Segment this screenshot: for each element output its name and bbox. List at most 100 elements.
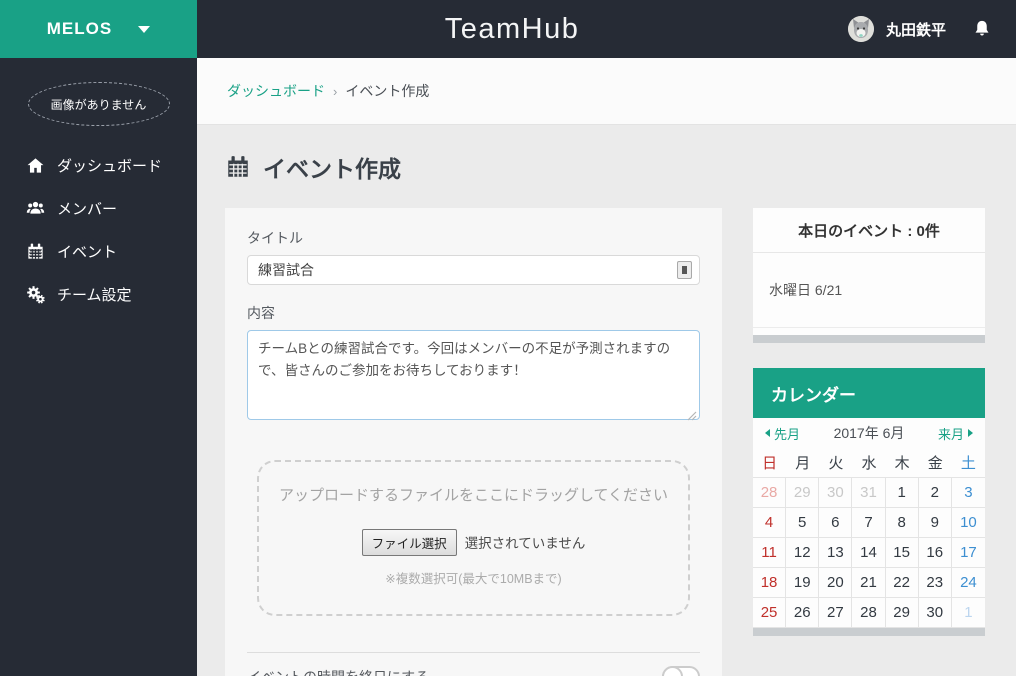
breadcrumb-current: イベント作成	[345, 83, 430, 99]
right-column: 本日のイベント : 0件 水曜日 6/21 カレンダー 先月 2017年 6月 …	[753, 208, 985, 636]
calendar-day[interactable]: 16	[918, 538, 952, 568]
calendar-day[interactable]: 26	[786, 598, 820, 628]
card-bottom-strip	[753, 335, 985, 343]
calendar-day[interactable]: 8	[885, 508, 919, 538]
calendar-day[interactable]: 17	[951, 538, 985, 568]
sidebar-item-settings[interactable]: チーム設定	[0, 273, 197, 316]
top-header: MELOS TeamHub 丸田鉄平	[0, 0, 1016, 58]
calendar-month-label: 2017年 6月	[833, 425, 905, 441]
calendar-day[interactable]: 29	[786, 478, 820, 508]
calendar-day[interactable]: 22	[885, 568, 919, 598]
avatar[interactable]	[847, 16, 874, 42]
user-name[interactable]: 丸田鉄平	[886, 19, 946, 40]
calendar-day[interactable]: 13	[819, 538, 853, 568]
breadcrumb: ダッシュボード › イベント作成	[227, 81, 429, 101]
event-form-card: タイトル 内容 チームBとの練習試合です。今回はメンバーの不足が予測されますので…	[225, 208, 722, 676]
breadcrumb-separator: ›	[333, 83, 338, 99]
allday-row: イベントの時間を終日にする	[247, 653, 700, 676]
body-label: 内容	[247, 305, 275, 321]
content: イベント作成 タイトル 内容 チームBとの練習試合です。今回はメンバーの不足が予…	[197, 125, 1016, 676]
prev-month-button[interactable]: 先月	[765, 424, 800, 443]
users-icon	[26, 199, 45, 218]
sidebar-item-label: メンバー	[57, 201, 118, 218]
file-drop-zone[interactable]: アップロードするファイルをここにドラッグしてください ファイル選択 選択されてい…	[257, 460, 690, 616]
calendar-day[interactable]: 21	[852, 568, 886, 598]
allday-toggle[interactable]	[662, 666, 700, 676]
page-title: イベント作成	[225, 150, 401, 184]
calendar-day[interactable]: 7	[852, 508, 886, 538]
today-events-header: 本日のイベント : 0件	[753, 208, 985, 253]
app-logo: TeamHub	[444, 12, 580, 45]
team-selector[interactable]: MELOS	[0, 0, 197, 58]
calendar-card: カレンダー 先月 2017年 6月 来月 日月火水木金土 28 29 30 31 1 2 3…	[753, 368, 985, 636]
card-bottom-strip	[753, 628, 985, 636]
calendar-title: カレンダー	[753, 368, 985, 418]
sidebar-item-label: チーム設定	[57, 287, 132, 304]
sidebar-item-label: イベント	[57, 244, 118, 261]
weekday-label: 土	[951, 448, 985, 478]
weekday-label: 木	[885, 448, 919, 478]
calendar-icon	[26, 242, 45, 261]
title-label: タイトル	[247, 230, 303, 246]
calendar-day[interactable]: 23	[918, 568, 952, 598]
weekday-label: 月	[786, 448, 820, 478]
calendar-day[interactable]: 9	[918, 508, 952, 538]
title-input[interactable]	[247, 255, 700, 285]
calendar-day[interactable]: 3	[951, 478, 985, 508]
breadcrumb-bar: ダッシュボード › イベント作成	[197, 58, 1016, 125]
sidebar-item-events[interactable]: イベント	[0, 230, 197, 273]
weekday-label: 火	[819, 448, 853, 478]
calendar-day[interactable]: 10	[951, 508, 985, 538]
calendar-day[interactable]: 5	[786, 508, 820, 538]
calendar-day[interactable]: 1	[951, 598, 985, 628]
calendar-day[interactable]: 4	[753, 508, 787, 538]
today-events-date: 水曜日 6/21	[753, 253, 985, 328]
breadcrumb-dashboard-link[interactable]: ダッシュボード	[227, 81, 325, 101]
weekday-label: 金	[918, 448, 952, 478]
calendar-day[interactable]: 18	[753, 568, 787, 598]
team-image-placeholder: 画像がありません	[27, 82, 170, 126]
calendar-day[interactable]: 2	[918, 478, 952, 508]
weekday-label: 水	[852, 448, 886, 478]
today-events-card: 本日のイベント : 0件 水曜日 6/21	[753, 208, 985, 343]
calendar-icon	[228, 156, 248, 177]
calendar-day[interactable]: 14	[852, 538, 886, 568]
next-month-button[interactable]: 来月	[938, 424, 973, 443]
calendar-day[interactable]: 30	[918, 598, 952, 628]
calendar-day[interactable]: 15	[885, 538, 919, 568]
sidebar-nav: ダッシュボード メンバー イベント チーム設定	[0, 144, 197, 316]
sidebar: 画像がありません ダッシュボード メンバー イベント チーム設定	[0, 58, 197, 676]
calendar-day[interactable]: 1	[885, 478, 919, 508]
sidebar-item-dashboard[interactable]: ダッシュボード	[0, 144, 197, 187]
calendar-day[interactable]: 6	[819, 508, 853, 538]
calendar-day[interactable]: 20	[819, 568, 853, 598]
user-area: 丸田鉄平	[847, 0, 992, 58]
weekday-label: 日	[753, 448, 787, 478]
sidebar-item-members[interactable]: メンバー	[0, 187, 197, 230]
no-file-text: 選択されていません	[464, 536, 586, 552]
calendar-day[interactable]: 27	[819, 598, 853, 628]
calendar-day[interactable]: 11	[753, 538, 787, 568]
calendar-day[interactable]: 28	[852, 598, 886, 628]
calendar-weekday-row: 日月火水木金土	[753, 448, 985, 478]
main-area: ダッシュボード › イベント作成 イベント作成 タイトル 内容 チームBとの練習…	[197, 58, 1016, 676]
home-icon	[26, 156, 45, 175]
drag-text: アップロードするファイルをここにドラッグしてください	[278, 487, 669, 504]
triangle-right-icon	[967, 429, 973, 437]
file-select-button[interactable]: ファイル選択	[361, 528, 457, 556]
calendar-day[interactable]: 29	[885, 598, 919, 628]
calendar-day[interactable]: 19	[786, 568, 820, 598]
sidebar-item-label: ダッシュボード	[57, 158, 163, 175]
calendar-day[interactable]: 12	[786, 538, 820, 568]
calendar-day[interactable]: 24	[951, 568, 985, 598]
calendar-day[interactable]: 30	[819, 478, 853, 508]
team-name: MELOS	[46, 19, 113, 38]
calendar-day[interactable]: 28	[753, 478, 787, 508]
upload-note: ※複数選択可(最大で10MBまで)	[385, 571, 562, 586]
page-title-text: イベント作成	[263, 156, 401, 182]
calendar-day[interactable]: 31	[852, 478, 886, 508]
bell-icon[interactable]	[972, 18, 992, 40]
calendar-day[interactable]: 25	[753, 598, 787, 628]
body-textarea[interactable]: チームBとの練習試合です。今回はメンバーの不足が予測されますので、皆さんのご参加…	[247, 330, 700, 420]
autofill-icon[interactable]	[677, 261, 692, 279]
